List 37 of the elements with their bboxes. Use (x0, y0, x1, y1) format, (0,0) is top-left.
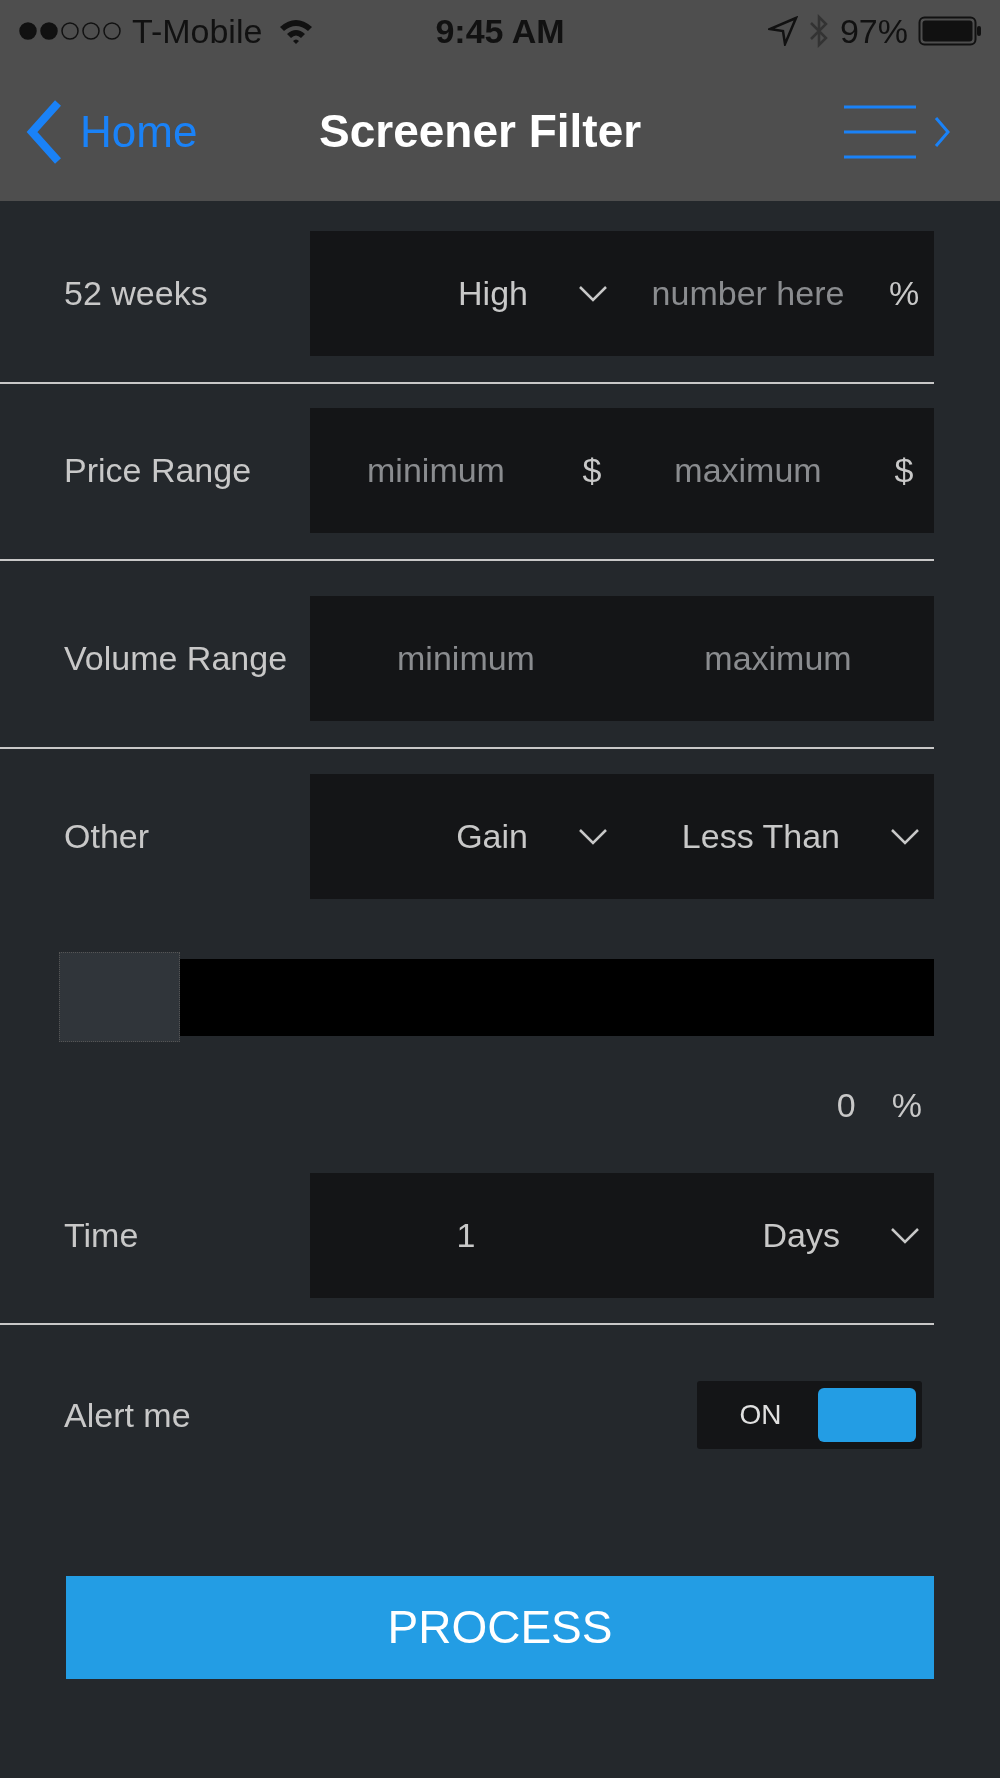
slider-thumb[interactable] (59, 952, 180, 1042)
input-field[interactable]: maximum (622, 596, 934, 721)
input-field[interactable]: minimum (310, 596, 622, 721)
row-label: Time (64, 1216, 139, 1255)
dropdown[interactable]: Gain (310, 774, 622, 899)
unit-label: % (887, 273, 921, 314)
slider-value: 0 (836, 1085, 856, 1126)
chevron-down-icon (890, 1226, 920, 1245)
bluetooth-icon (807, 13, 830, 49)
toggle-switch[interactable]: ON (697, 1381, 922, 1449)
row-label: Alert me (64, 1394, 191, 1436)
unit-label: % (891, 1085, 922, 1126)
screen-title: Screener Filter (319, 104, 642, 159)
back-chevron-icon (26, 98, 62, 165)
location-arrow-icon (767, 16, 798, 46)
clock-time: 9:45 AM (435, 10, 565, 52)
input-field[interactable]: minimum $ (310, 408, 622, 533)
dropdown[interactable]: Days (622, 1173, 934, 1298)
input-field[interactable]: number here % (622, 231, 934, 356)
dropdown[interactable]: Less Than (622, 774, 934, 899)
signal-icon (18, 21, 124, 41)
input-field[interactable]: maximum $ (622, 408, 934, 533)
battery-icon (918, 16, 982, 46)
battery-percent: 97% (839, 10, 908, 52)
wifi-icon (278, 17, 315, 45)
carrier-name: T-Mobile (132, 10, 263, 52)
unit-label: $ (581, 450, 603, 491)
dropdown[interactable]: High (310, 231, 622, 356)
chevron-down-icon (578, 284, 608, 303)
row-label: Price Range (64, 451, 252, 490)
row-label: Other (64, 817, 150, 856)
row-label: Volume Range (64, 639, 288, 678)
chevron-down-icon (890, 827, 920, 846)
input-field[interactable]: 1 (310, 1173, 622, 1298)
row-label: 52 weeks (64, 274, 208, 313)
unit-label: $ (893, 450, 915, 491)
chevron-down-icon (578, 827, 608, 846)
